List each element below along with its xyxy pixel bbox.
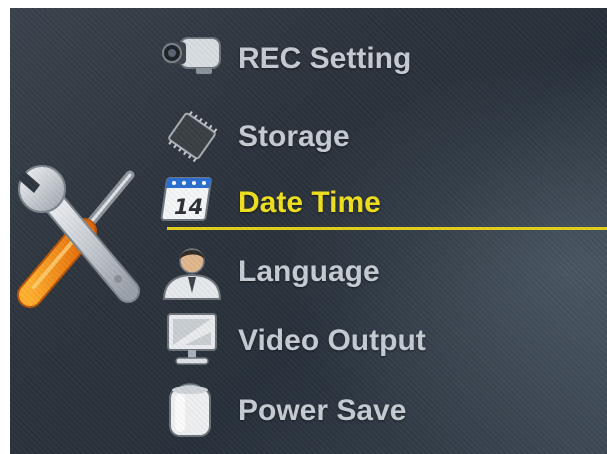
menu-item-video-output[interactable]: Video Output [160, 310, 607, 370]
menu-item-rec-setting[interactable]: REC Setting [160, 28, 607, 88]
calendar-icon: 14 [160, 177, 212, 221]
menu-item-label: Language [238, 255, 380, 288]
calendar-day: 14 [174, 195, 203, 219]
monitor-icon [167, 313, 217, 365]
menu-item-label: Power Save [238, 394, 407, 427]
memory-chip-icon [168, 111, 218, 163]
menu-item-language[interactable]: Language [160, 241, 607, 301]
menu-item-label: REC Setting [238, 42, 412, 75]
settings-screen: REC Setting Storage 14 Date Time Languag… [10, 8, 607, 454]
wrench-screwdriver-icon [17, 165, 140, 308]
menu-item-storage[interactable]: Storage [160, 106, 607, 166]
menu-item-label: Date Time [238, 186, 381, 219]
menu-item-power-save[interactable]: Power Save [160, 380, 607, 440]
menu-item-label: Storage [238, 120, 350, 153]
menu-item-label: Video Output [238, 324, 426, 357]
person-icon [162, 248, 222, 300]
camcorder-icon [162, 37, 221, 74]
menu-item-date-time[interactable]: 14 Date Time [160, 172, 607, 232]
battery-icon [169, 383, 211, 437]
